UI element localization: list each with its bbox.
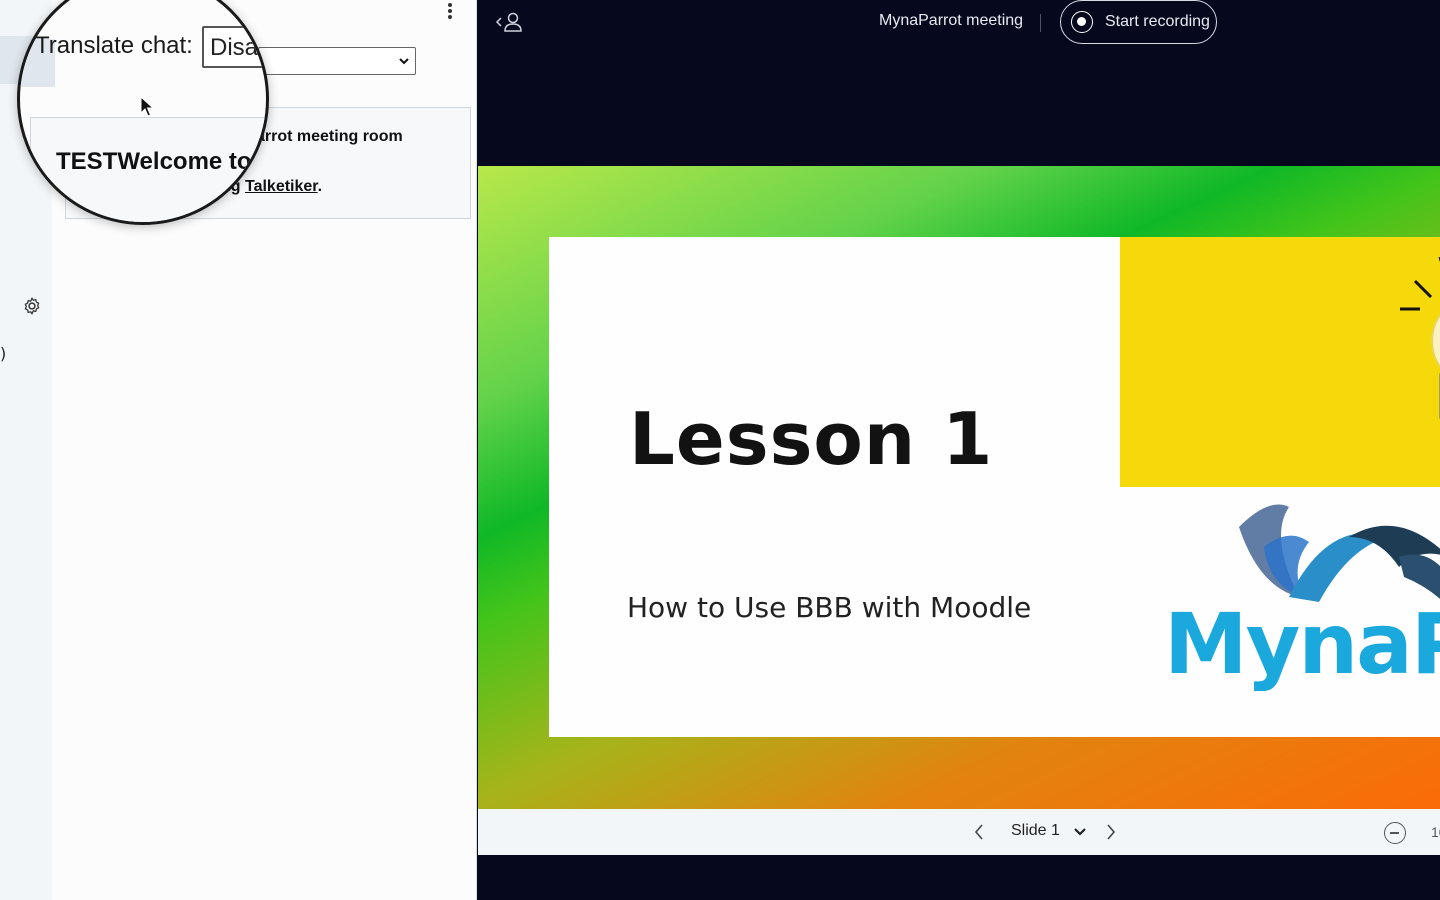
translate-chat-label: Translate chat: — [35, 32, 193, 59]
slide-subtitle: How to Use BBB with Moodle — [627, 591, 1032, 624]
slide-selector[interactable]: Slide 1 — [1011, 822, 1060, 840]
chevron-down-icon[interactable] — [1074, 827, 1086, 837]
lightbulb-icon — [1400, 257, 1440, 420]
slide-title: Lesson 1 — [629, 397, 994, 481]
previous-slide-icon[interactable] — [973, 824, 985, 840]
zoom-out-icon[interactable] — [1384, 822, 1406, 844]
mouse-cursor-icon — [140, 96, 154, 117]
meeting-title: MynaParrot meeting — [879, 12, 1024, 29]
welcome-message-line1: arrot meeting room — [256, 128, 403, 145]
more-options-icon[interactable] — [442, 0, 458, 22]
magnified-translate-select[interactable]: Disa — [202, 26, 266, 68]
welcome-line2-end: . — [317, 178, 323, 195]
record-icon — [1071, 11, 1093, 33]
mynaparrot-logo-text: MynaPar — [1164, 595, 1440, 693]
translate-chat-select[interactable] — [258, 47, 416, 75]
next-slide-icon[interactable] — [1105, 824, 1117, 840]
chevron-down-icon — [399, 58, 409, 65]
presentation-slide: Lesson 1 How to Use BBB with Moodle Myna… — [478, 166, 1440, 809]
toggle-userlist-icon[interactable] — [495, 10, 525, 34]
start-recording-button[interactable]: Start recording — [1060, 0, 1217, 44]
presentation-area: MynaParrot meeting Start recording Lesso… — [477, 0, 1440, 900]
partial-nav-glyph: ) — [0, 344, 7, 363]
zoom-level: 10 — [1431, 824, 1440, 840]
slide-controls-bar: Slide 1 10 — [478, 809, 1440, 855]
top-bar: MynaParrot meeting Start recording — [477, 0, 1440, 46]
gear-icon[interactable] — [22, 296, 42, 316]
slide-yellow-panel — [1120, 237, 1440, 487]
magnified-welcome-text: TESTWelcome to — [56, 148, 252, 175]
divider — [1040, 14, 1041, 32]
slide-content: Lesson 1 How to Use BBB with Moodle Myna… — [549, 237, 1440, 737]
start-recording-label: Start recording — [1105, 13, 1210, 30]
